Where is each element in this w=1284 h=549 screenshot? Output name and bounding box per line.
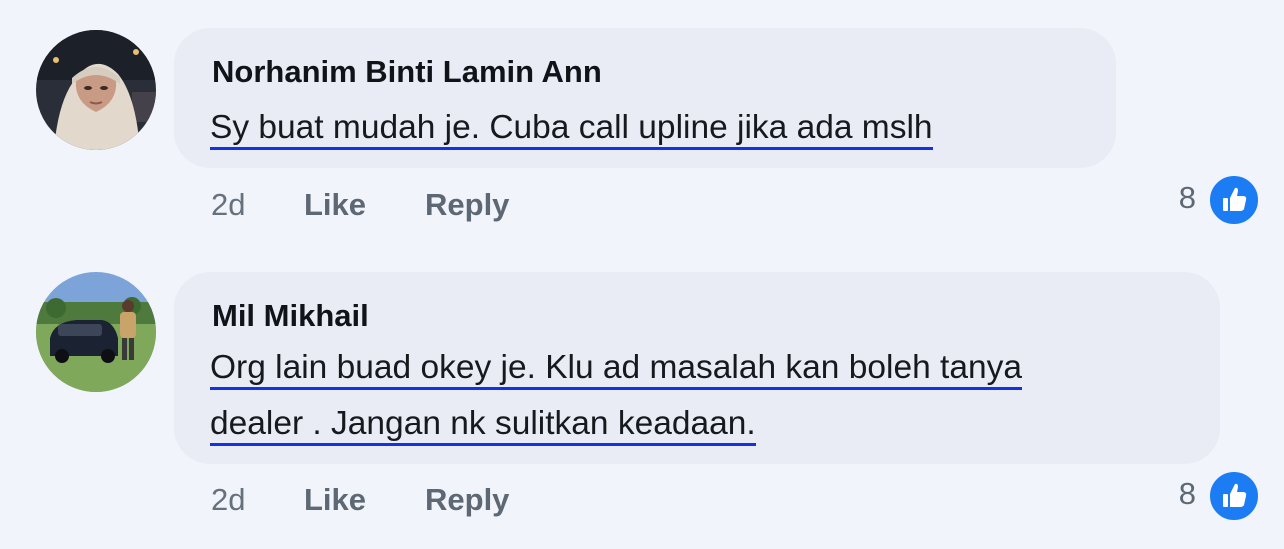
like-button[interactable]: Like xyxy=(304,482,366,518)
avatar[interactable] xyxy=(36,272,156,392)
comment-text-line: Org lain buad okey je. Klu ad masalah ka… xyxy=(210,349,1022,390)
comment-text: Org lain buad okey je. Klu ad masalah ka… xyxy=(210,340,1022,452)
comment-bubble: Mil Mikhail Org lain buad okey je. Klu a… xyxy=(174,272,1220,464)
comment-text-line: dealer . Jangan nk sulitkan keadaan. xyxy=(210,405,756,446)
comment-author[interactable]: Mil Mikhail xyxy=(212,298,369,334)
reply-button[interactable]: Reply xyxy=(425,482,509,518)
reaction-count: 8 xyxy=(1178,476,1196,511)
comment-timestamp[interactable]: 2d xyxy=(211,482,245,518)
thumbs-up-icon xyxy=(1208,470,1260,522)
reaction-summary[interactable]: 8 xyxy=(1140,470,1260,522)
comment-item: Mil Mikhail Org lain buad okey je. Klu a… xyxy=(0,0,1284,549)
